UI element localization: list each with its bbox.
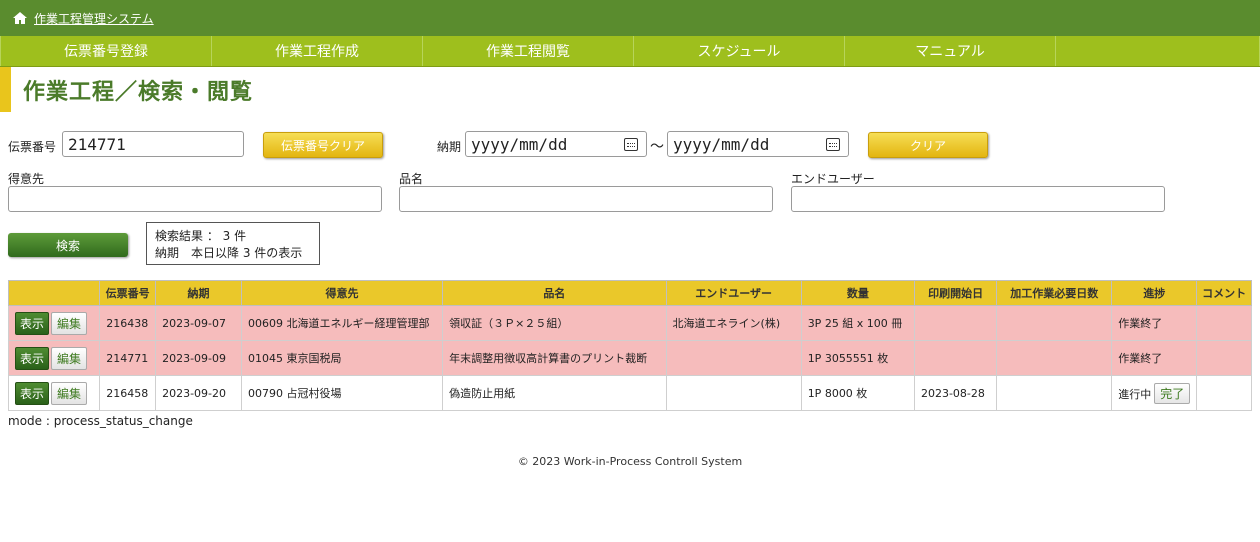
row-actions: 表示 編集 — [7, 305, 101, 341]
customer-input[interactable] — [8, 186, 382, 212]
cell-slip: 214771 — [99, 340, 157, 376]
cell-slip: 216438 — [99, 305, 157, 341]
cell-progress: 進行中 完了 — [1111, 375, 1198, 411]
date-range-separator: ～ — [650, 139, 664, 155]
cell-customer: 01045 東京国税局 — [240, 340, 444, 376]
edit-button[interactable]: 編集 — [51, 381, 88, 405]
cell-slip: 216458 — [99, 375, 157, 411]
app-header: 作業工程管理システム — [0, 0, 1260, 36]
home-icon[interactable] — [12, 11, 28, 25]
cell-enduser — [665, 375, 802, 411]
col-enduser: エンドユーザー — [665, 280, 802, 306]
cell-qty: 3P 25 組 x 100 冊 — [800, 305, 915, 341]
nav-empty — [1056, 36, 1260, 66]
main-nav: 伝票番号登録 作業工程作成 作業工程閲覧 スケジュール マニュアル — [0, 36, 1260, 67]
cell-qty: 1P 3055551 枚 — [800, 340, 915, 376]
cell-product: 領収証（３Ｐ×２５組） — [442, 305, 667, 341]
col-progress: 進捗 — [1111, 280, 1198, 306]
table-row: 表示 編集 216438 2023-09-07 00609 北海道エネルギー経理管… — [7, 305, 1252, 341]
cell-due: 2023-09-20 — [155, 375, 242, 411]
nav-process-create[interactable]: 作業工程作成 — [212, 36, 423, 66]
due-date-from-input[interactable]: yyyy/mm/dd — [465, 131, 647, 157]
row-actions: 表示 編集 — [7, 375, 101, 411]
footer-copyright: © 2023 Work-in-Process Controll System — [517, 455, 743, 468]
edit-button[interactable]: 編集 — [51, 346, 88, 370]
cell-enduser — [665, 340, 802, 376]
due-date-label: 納期 — [437, 140, 462, 154]
slip-number-input[interactable]: 214771 — [62, 131, 244, 157]
col-print-start: 印刷開始日 — [913, 280, 998, 306]
table-header-row: 伝票番号 納期 得意先 品名 エンドユーザー 数量 印刷開始日 加工作業必要日数… — [7, 280, 1252, 306]
cell-progress: 作業終了 — [1111, 305, 1198, 341]
cell-comment — [1196, 340, 1252, 376]
row-actions: 表示 編集 — [7, 340, 101, 376]
calendar-icon[interactable] — [624, 137, 638, 151]
nav-slip-register[interactable]: 伝票番号登録 — [0, 36, 212, 66]
col-customer: 得意先 — [240, 280, 444, 306]
page-title: 作業工程／検索・閲覧 — [0, 67, 253, 112]
result-count: 検索結果 ： 3 件 — [155, 229, 247, 243]
col-due: 納期 — [155, 280, 242, 306]
process-table: 伝票番号 納期 得意先 品名 エンドユーザー 数量 印刷開始日 加工作業必要日数… — [7, 280, 1252, 411]
search-result-summary: 検索結果 ： 3 件 納期 本日以降 3 件の表示 — [146, 222, 320, 265]
customer-label: 得意先 — [8, 172, 45, 186]
calendar-icon[interactable] — [826, 137, 840, 151]
col-slip: 伝票番号 — [99, 280, 157, 306]
col-product: 品名 — [442, 280, 667, 306]
view-button[interactable]: 表示 — [15, 346, 50, 370]
cell-print-start: 2023-08-28 — [913, 375, 998, 411]
cell-customer: 00609 北海道エネルギー経理管理部 — [240, 305, 444, 341]
nav-schedule[interactable]: スケジュール — [634, 36, 845, 66]
cell-print-start — [913, 305, 998, 341]
product-label: 品名 — [399, 172, 424, 186]
enduser-input[interactable] — [791, 186, 1165, 212]
due-date-to-input[interactable]: yyyy/mm/dd — [667, 131, 849, 157]
cell-days — [996, 305, 1113, 341]
date-clear-button[interactable]: クリア — [868, 132, 988, 158]
result-due-note: 納期 本日以降 3 件の表示 — [155, 246, 303, 260]
cell-due: 2023-09-07 — [155, 305, 242, 341]
enduser-label: エンドユーザー — [791, 172, 875, 186]
cell-days — [996, 375, 1113, 411]
cell-days — [996, 340, 1113, 376]
app-title[interactable]: 作業工程管理システム — [34, 10, 154, 27]
cell-enduser: 北海道エネライン(株) — [665, 305, 802, 341]
cell-due: 2023-09-09 — [155, 340, 242, 376]
nav-process-view[interactable]: 作業工程閲覧 — [423, 36, 634, 66]
mode-text: mode : process_status_change — [8, 414, 193, 428]
col-qty: 数量 — [800, 280, 915, 306]
table-row: 表示 編集 216458 2023-09-20 00790 占冠村役場 偽造防止用… — [7, 375, 1252, 411]
complete-button[interactable]: 完了 — [1154, 382, 1191, 404]
progress-text: 進行中 — [1118, 387, 1152, 401]
cell-customer: 00790 占冠村役場 — [240, 375, 444, 411]
col-actions — [7, 280, 101, 306]
cell-print-start — [913, 340, 998, 376]
view-button[interactable]: 表示 — [15, 381, 50, 405]
table-row: 表示 編集 214771 2023-09-09 01045 東京国税局 年末調整用… — [7, 340, 1252, 376]
col-comment: コメント — [1196, 280, 1252, 306]
page-heading: 作業工程／検索・閲覧 — [23, 79, 254, 105]
col-days: 加工作業必要日数 — [996, 280, 1113, 306]
product-input[interactable] — [399, 186, 773, 212]
nav-manual[interactable]: マニュアル — [845, 36, 1056, 66]
cell-product: 年末調整用徴収高計算書のプリント裁断 — [442, 340, 667, 376]
edit-button[interactable]: 編集 — [51, 311, 88, 335]
date-from-value: yyyy/mm/dd — [471, 134, 568, 154]
title-accent-bar — [0, 67, 11, 112]
cell-progress: 作業終了 — [1111, 340, 1198, 376]
date-to-value: yyyy/mm/dd — [673, 134, 770, 154]
slip-clear-button[interactable]: 伝票番号クリア — [263, 132, 383, 158]
cell-comment — [1196, 305, 1252, 341]
cell-product: 偽造防止用紙 — [442, 375, 667, 411]
search-button[interactable]: 検索 — [8, 233, 128, 257]
cell-qty: 1P 8000 枚 — [800, 375, 915, 411]
view-button[interactable]: 表示 — [15, 311, 50, 335]
slip-number-label: 伝票番号 — [8, 140, 57, 154]
cell-comment — [1196, 375, 1252, 411]
